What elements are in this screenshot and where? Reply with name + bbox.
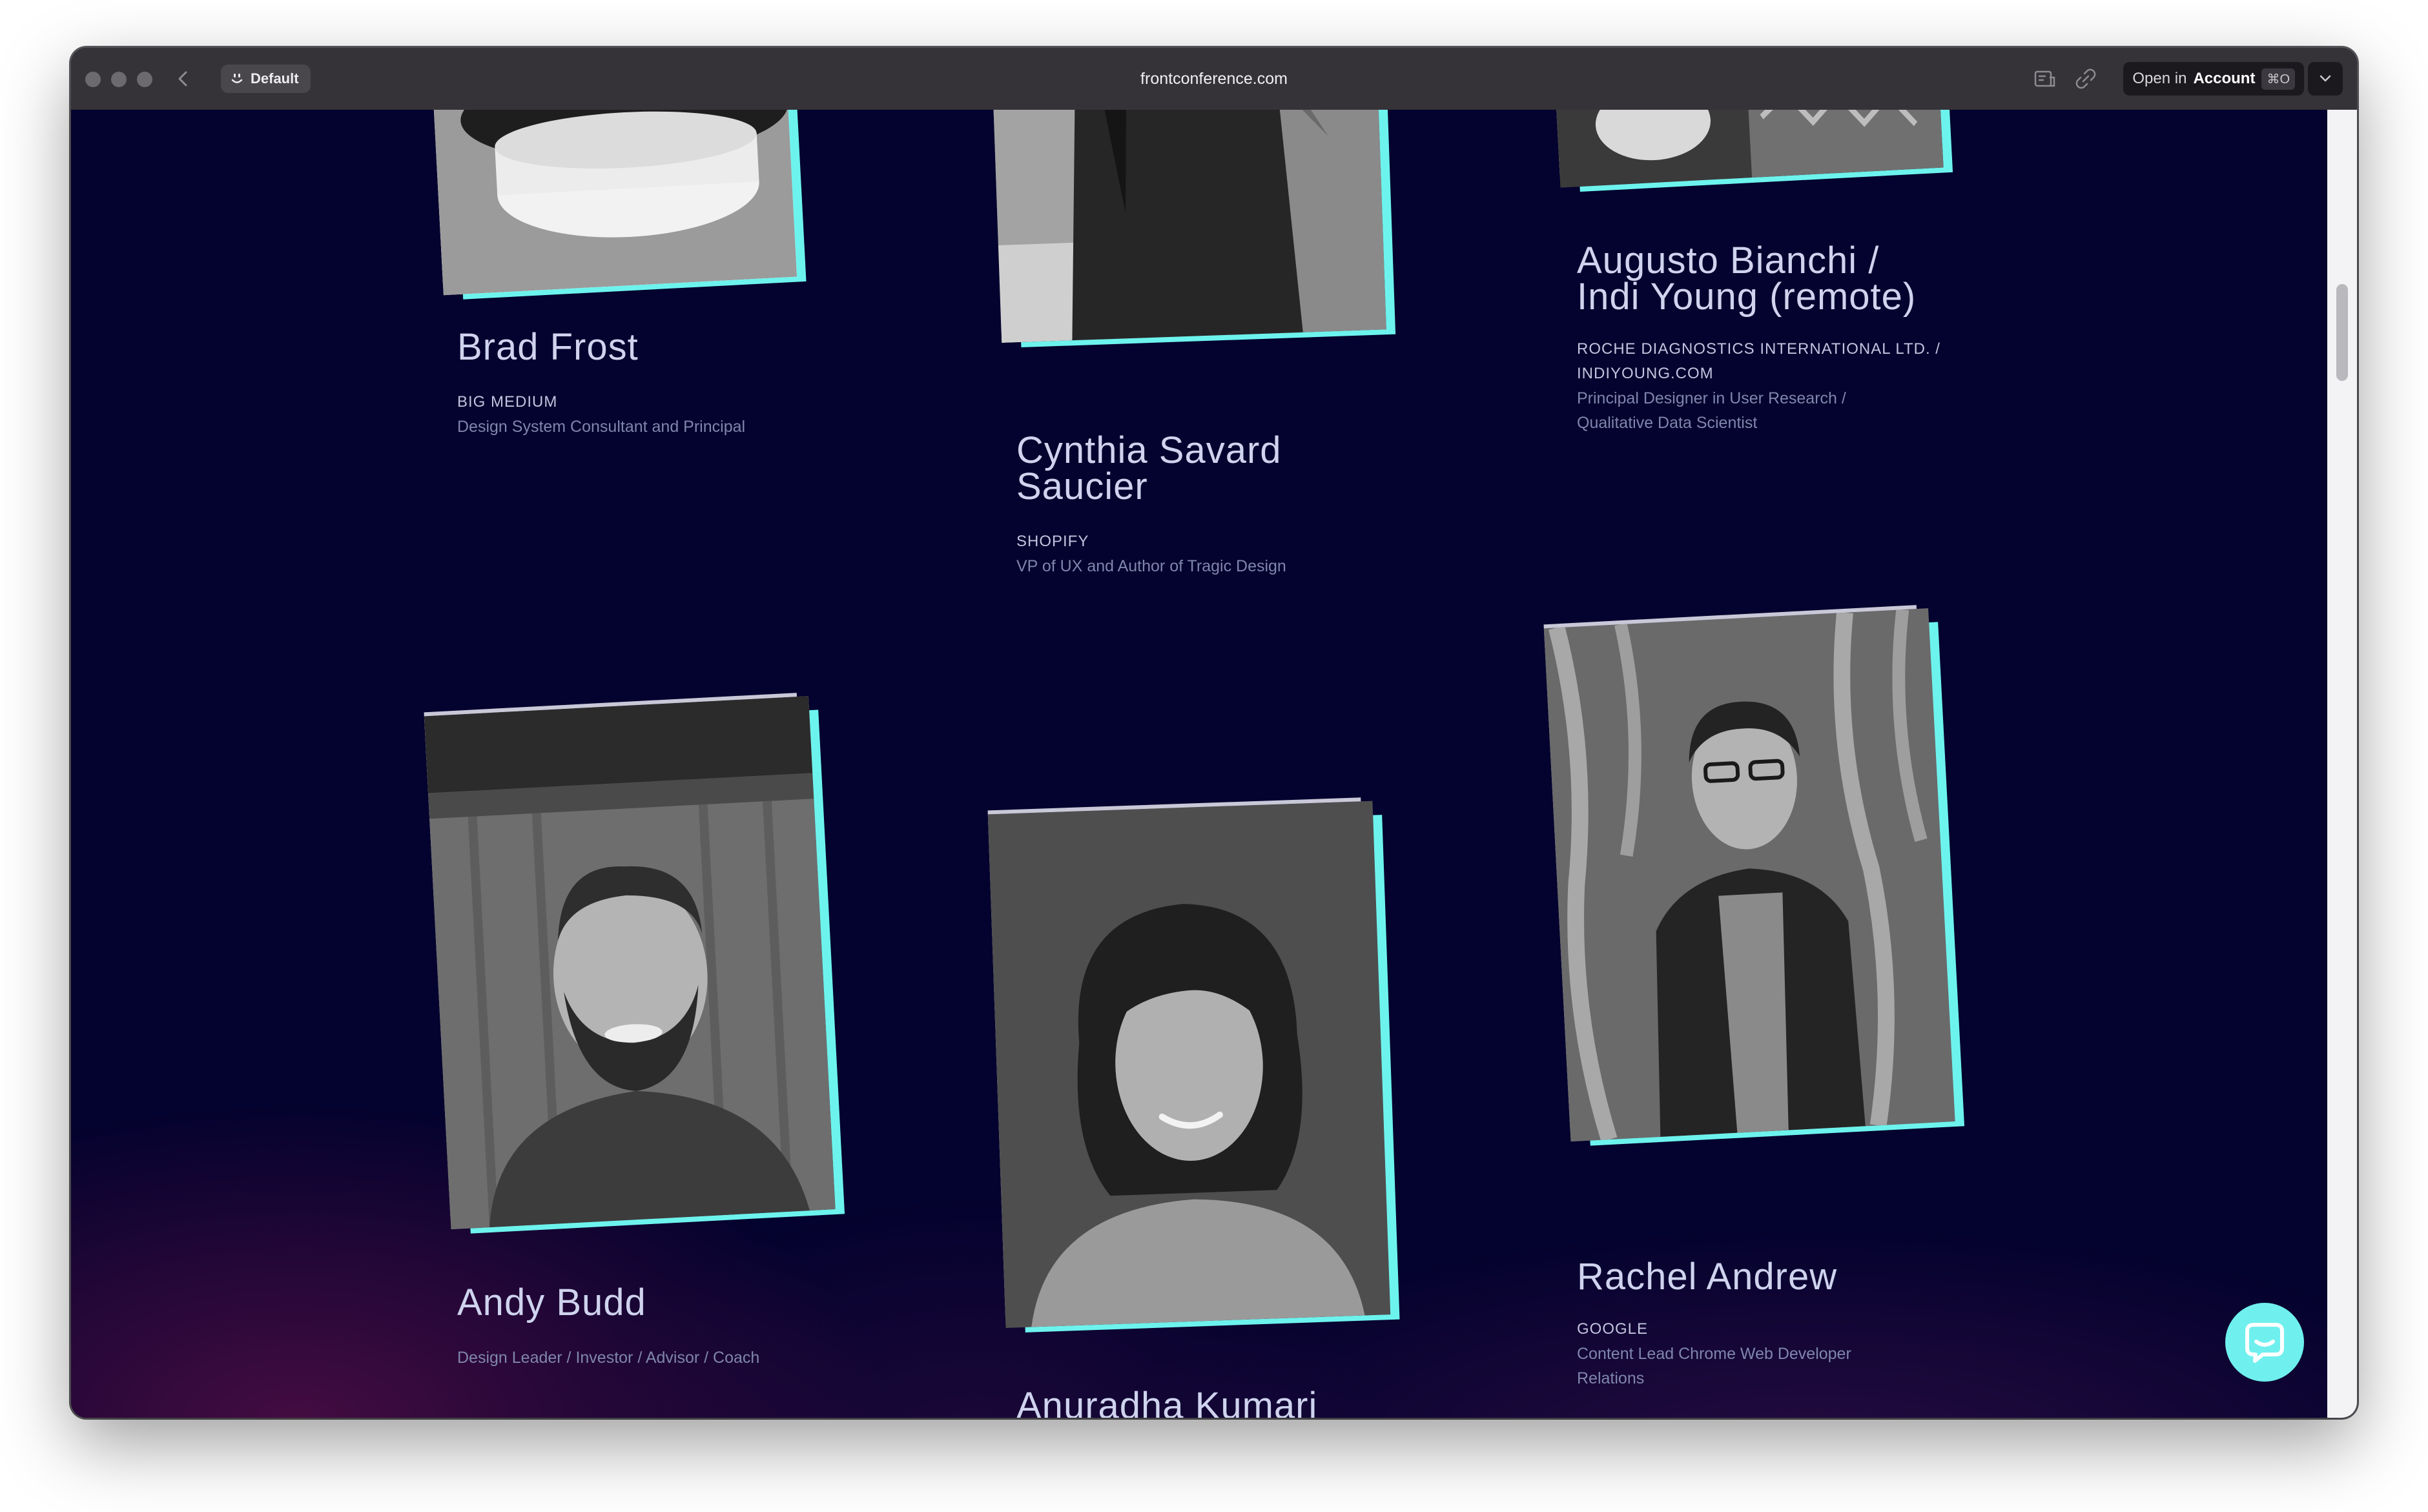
speaker-portrait	[1554, 110, 1944, 188]
copy-link-icon[interactable]	[2072, 65, 2100, 93]
speaker-photo-andy-budd[interactable]	[424, 693, 845, 1234]
address-bar[interactable]: frontconference.com	[71, 63, 2357, 94]
speaker-name[interactable]: Rachel Andrew	[1577, 1258, 1837, 1296]
speaker-role-line: Qualitative Data Scientist	[1577, 414, 1758, 432]
speaker-photo-anuradha-kumari[interactable]	[987, 797, 1400, 1333]
speaker-name-line: Cynthia Savard	[1016, 429, 1282, 471]
speaker-photo-brad-frost[interactable]	[431, 110, 807, 300]
speaker-name[interactable]: Cynthia Savard Saucier	[1016, 429, 1282, 507]
browser-toolbar: Default frontconference.com Open in Acco…	[71, 48, 2357, 111]
speaker-role: VP of UX and Author of Tragic Design	[1016, 557, 1286, 575]
speaker-company-line: ROCHE DIAGNOSTICS INTERNATIONAL LTD. /	[1577, 340, 1940, 358]
speaker-name[interactable]: Brad Frost	[457, 329, 639, 366]
chevron-down-icon	[2320, 75, 2331, 82]
speaker-photo-rachel-andrew[interactable]	[1543, 605, 1965, 1146]
speakers-page: Brad Frost BIG MEDIUM Design System Cons…	[71, 110, 2327, 1418]
open-in-account-button[interactable]: Open in Account ⌘O	[2123, 62, 2304, 96]
speaker-name-line: Indi Young (remote)	[1577, 276, 1917, 318]
speaker-company: GOOGLE	[1577, 1320, 1649, 1338]
speaker-company: SHOPIFY	[1016, 533, 1089, 550]
speaker-role: Design Leader / Investor / Advisor / Coa…	[457, 1349, 760, 1367]
speaker-photo-augusto-bianchi-indi-young[interactable]	[1554, 110, 1953, 192]
speaker-portrait	[424, 696, 836, 1230]
page-scrollbar[interactable]	[2327, 110, 2357, 1418]
speaker-company: ROCHE DIAGNOSTICS INTERNATIONAL LTD. / I…	[1577, 337, 1940, 386]
speaker-name-line: Saucier	[1016, 465, 1148, 507]
speaker-role: Content Lead Chrome Web Developer Relati…	[1577, 1342, 1851, 1391]
browser-window: Default frontconference.com Open in Acco…	[71, 48, 2357, 1418]
speaker-name[interactable]: Augusto Bianchi / Indi Young (remote)	[1577, 240, 1917, 318]
open-in-menu-button[interactable]	[2308, 62, 2343, 96]
reader-mode-icon[interactable]	[2030, 65, 2059, 93]
speaker-portrait	[431, 110, 797, 296]
speaker-company: BIG MEDIUM	[457, 393, 558, 411]
open-in-shortcut: ⌘O	[2261, 68, 2295, 90]
speaker-role: Principal Designer in User Research / Qu…	[1577, 386, 1846, 435]
chat-button[interactable]	[2225, 1303, 2304, 1382]
open-in-label: Open in	[2132, 70, 2187, 87]
speaker-name[interactable]: Anuradha Kumari	[1016, 1387, 1317, 1418]
open-in-target: Account	[2193, 70, 2256, 87]
speaker-role-line: Relations	[1577, 1369, 1645, 1387]
speaker-role: Design System Consultant and Principal	[457, 418, 746, 436]
speaker-portrait	[1543, 608, 1955, 1142]
chat-bubble-icon	[2245, 1323, 2284, 1363]
scrollbar-thumb[interactable]	[2336, 284, 2348, 381]
speaker-photo-cynthia-savard-saucier[interactable]	[991, 110, 1396, 347]
speaker-role-line: Content Lead Chrome Web Developer	[1577, 1345, 1851, 1363]
speaker-name[interactable]: Andy Budd	[457, 1284, 646, 1322]
speaker-role-line: Principal Designer in User Research /	[1577, 389, 1846, 407]
speaker-name-line: Augusto Bianchi /	[1577, 240, 1880, 281]
speaker-portrait	[987, 801, 1391, 1328]
speaker-company-line: INDIYOUNG.COM	[1577, 365, 1714, 382]
speaker-portrait	[992, 110, 1386, 343]
